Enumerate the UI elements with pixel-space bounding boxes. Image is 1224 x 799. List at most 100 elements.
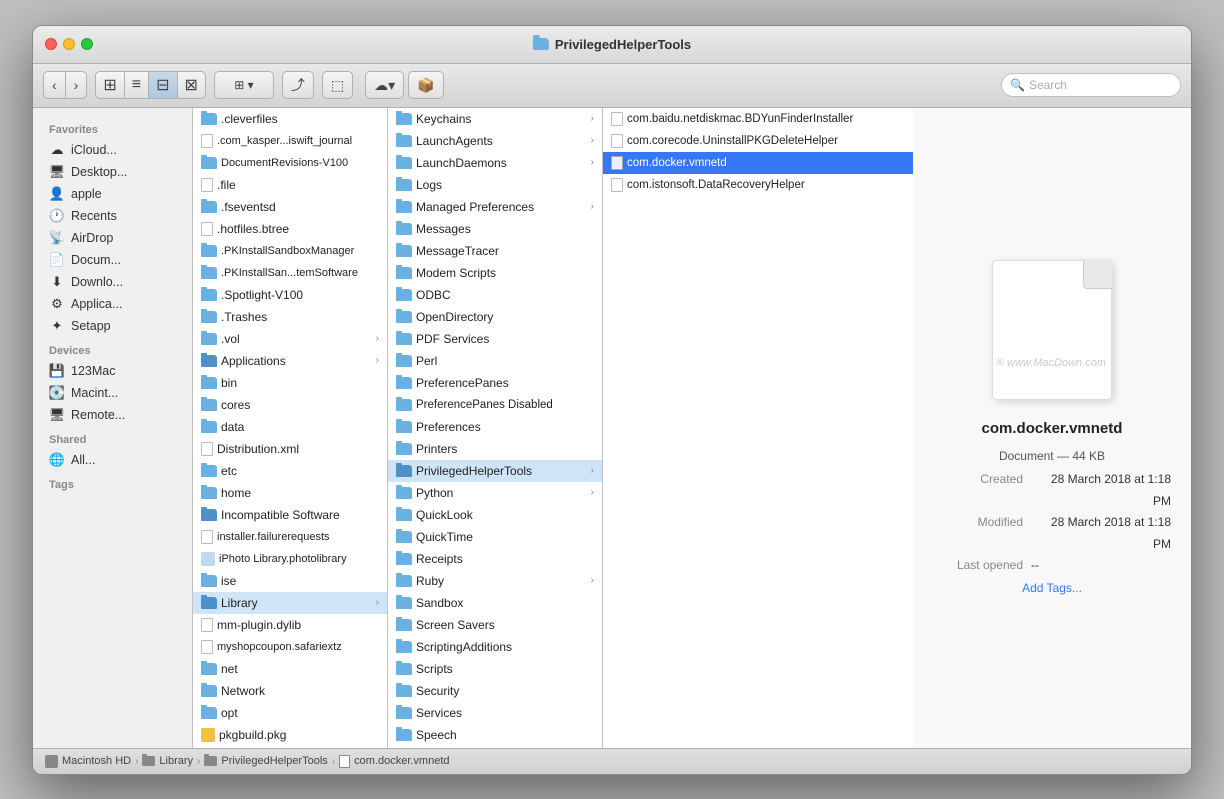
- sidebar-item-documents[interactable]: 📄 Docum...: [33, 249, 192, 271]
- col2-item-spotlight[interactable]: Spotlight: [388, 746, 602, 748]
- col1-item-data[interactable]: data: [193, 416, 387, 438]
- col2-item-preferencepanesdisabled[interactable]: PreferencePanes Disabled: [388, 394, 602, 416]
- sidebar-item-desktop[interactable]: 🖥 Desktop...: [33, 161, 192, 183]
- col2-item-opendirectory[interactable]: OpenDirectory: [388, 306, 602, 328]
- col2-item-scriptingadditions[interactable]: ScriptingAdditions: [388, 636, 602, 658]
- breadcrumb-file[interactable]: com.docker.vmnetd: [339, 755, 449, 768]
- col2-item-ruby[interactable]: Ruby ›: [388, 570, 602, 592]
- col1-item-pkinstall[interactable]: .PKInstallSan...temSoftware: [193, 262, 387, 284]
- col1-item-vol[interactable]: .vol ›: [193, 328, 387, 350]
- col1-item-home[interactable]: home: [193, 482, 387, 504]
- col1-item-net[interactable]: net: [193, 658, 387, 680]
- col1-item-opt[interactable]: opt: [193, 702, 387, 724]
- col1-item-applications[interactable]: Applications ›: [193, 350, 387, 372]
- col2-item-launchagents[interactable]: LaunchAgents ›: [388, 130, 602, 152]
- folder-icon: [396, 311, 412, 323]
- col2-item-perl[interactable]: Perl: [388, 350, 602, 372]
- breadcrumb-privilegedhelpertools[interactable]: PrivilegedHelperTools: [204, 755, 327, 767]
- col1-item-incompatible[interactable]: Incompatible Software: [193, 504, 387, 526]
- col1-item-hotfiles[interactable]: .hotfiles.btree: [193, 218, 387, 240]
- col2-item-messagetracer[interactable]: MessageTracer: [388, 240, 602, 262]
- col2-item-privilegedhelpertools[interactable]: PrivilegedHelperTools ›: [388, 460, 602, 482]
- col2-item-logs[interactable]: Logs: [388, 174, 602, 196]
- cloud-button[interactable]: ☁▾: [365, 71, 404, 99]
- breadcrumb-macintosh[interactable]: Macintosh HD: [45, 755, 131, 768]
- col1-item-bin[interactable]: bin: [193, 372, 387, 394]
- view-gallery-button[interactable]: ⊠: [177, 71, 206, 99]
- col2-item-odbc[interactable]: ODBC: [388, 284, 602, 306]
- col1-item-private[interactable]: private: [193, 746, 387, 748]
- sidebar-item-icloud[interactable]: ☁ iCloud...: [33, 139, 192, 161]
- sidebar-item-setapp[interactable]: ✦ Setapp: [33, 315, 192, 337]
- col2-item-launchdaemons[interactable]: LaunchDaemons ›: [388, 152, 602, 174]
- col1-item-iphoto[interactable]: iPhoto Library.photolibrary: [193, 548, 387, 570]
- col1-item-pkgbuild[interactable]: pkgbuild.pkg: [193, 724, 387, 746]
- close-button[interactable]: [45, 38, 57, 50]
- minimize-button[interactable]: [63, 38, 75, 50]
- col2-item-security[interactable]: Security: [388, 680, 602, 702]
- col2-item-quicktime[interactable]: QuickTime: [388, 526, 602, 548]
- col2-item-modemscripts[interactable]: Modem Scripts: [388, 262, 602, 284]
- sidebar-item-apple[interactable]: 👤 apple: [33, 183, 192, 205]
- sidebar-item-airdrop[interactable]: 📡 AirDrop: [33, 227, 192, 249]
- forward-button[interactable]: ›: [65, 71, 88, 99]
- col1-item-network[interactable]: Network: [193, 680, 387, 702]
- col3-item-corecode[interactable]: com.corecode.UninstallPKGDeleteHelper: [603, 130, 913, 152]
- sidebar-item-downloads[interactable]: ⬇ Downlo...: [33, 271, 192, 293]
- sidebar-item-recents[interactable]: 🕐 Recents: [33, 205, 192, 227]
- col1-item-mm-plugin[interactable]: mm-plugin.dylib: [193, 614, 387, 636]
- search-box[interactable]: 🔍 Search: [1001, 73, 1181, 97]
- col3-item-baidu[interactable]: com.baidu.netdiskmac.BDYunFinderInstalle…: [603, 108, 913, 130]
- col1-item-etc[interactable]: etc: [193, 460, 387, 482]
- sidebar-item-applications[interactable]: ⚙ Applica...: [33, 293, 192, 315]
- col1-item-fseventsd[interactable]: .fseventsd: [193, 196, 387, 218]
- add-tags-button[interactable]: Add Tags...: [1022, 581, 1082, 595]
- col2-item-managedprefs[interactable]: Managed Preferences ›: [388, 196, 602, 218]
- col1-item-library[interactable]: Library ›: [193, 592, 387, 614]
- col2-item-printers[interactable]: Printers: [388, 438, 602, 460]
- col1-item-pksandbox[interactable]: .PKInstallSandboxManager: [193, 240, 387, 262]
- col2-item-receipts[interactable]: Receipts: [388, 548, 602, 570]
- col1-item-trashes[interactable]: .Trashes: [193, 306, 387, 328]
- col2-item-python[interactable]: Python ›: [388, 482, 602, 504]
- view-columns-button[interactable]: ⊟: [148, 71, 176, 99]
- col1-item-ise[interactable]: ise: [193, 570, 387, 592]
- arrange-button[interactable]: ⊞ ▾: [214, 71, 274, 99]
- sidebar-item-123mac[interactable]: 💾 123Mac: [33, 360, 192, 382]
- file-icon: [201, 442, 213, 456]
- col2-item-preferencepanes[interactable]: PreferencePanes: [388, 372, 602, 394]
- maximize-button[interactable]: [81, 38, 93, 50]
- col1-item-cores[interactable]: cores: [193, 394, 387, 416]
- view-list-button[interactable]: ≡: [124, 71, 148, 99]
- folder-icon: [396, 399, 412, 411]
- action-button[interactable]: ⤴: [282, 71, 314, 99]
- col1-item-file[interactable]: .file: [193, 174, 387, 196]
- sidebar-item-all[interactable]: 🌐 All...: [33, 449, 192, 471]
- col1-item-kasper[interactable]: .com_kasper...iswift_journal: [193, 130, 387, 152]
- share-button[interactable]: ⬚: [322, 71, 353, 99]
- col1-item-distribution[interactable]: Distribution.xml: [193, 438, 387, 460]
- back-button[interactable]: ‹: [43, 71, 65, 99]
- col1-item-cleverfiles[interactable]: .cleverfiles: [193, 108, 387, 130]
- col2-item-keychains[interactable]: Keychains ›: [388, 108, 602, 130]
- view-icon-button[interactable]: ⊞: [95, 71, 123, 99]
- col1-item-spotlight[interactable]: .Spotlight-V100: [193, 284, 387, 306]
- col2-item-preferences[interactable]: Preferences: [388, 416, 602, 438]
- col2-item-scripts[interactable]: Scripts: [388, 658, 602, 680]
- col2-item-sandbox[interactable]: Sandbox: [388, 592, 602, 614]
- col2-item-screensavers[interactable]: Screen Savers: [388, 614, 602, 636]
- col2-item-services[interactable]: Services: [388, 702, 602, 724]
- col3-item-istonsoft[interactable]: com.istonsoft.DataRecoveryHelper: [603, 174, 913, 196]
- col1-item-docrevisions[interactable]: DocumentRevisions-V100: [193, 152, 387, 174]
- sidebar-item-macintosh[interactable]: 💽 Macint...: [33, 382, 192, 404]
- col2-item-pdfservices[interactable]: PDF Services: [388, 328, 602, 350]
- col1-item-installer[interactable]: installer.failurerequests: [193, 526, 387, 548]
- sidebar-item-remote[interactable]: 🖥 Remote...: [33, 404, 192, 426]
- col2-item-messages[interactable]: Messages: [388, 218, 602, 240]
- dropbox-button[interactable]: 📦: [408, 71, 443, 99]
- col3-item-docker[interactable]: com.docker.vmnetd: [603, 152, 913, 174]
- col1-item-myshopcoupon[interactable]: myshopcoupon.safariextz: [193, 636, 387, 658]
- col2-item-speech[interactable]: Speech: [388, 724, 602, 746]
- breadcrumb-library[interactable]: Library: [142, 755, 193, 767]
- col2-item-quicklook[interactable]: QuickLook: [388, 504, 602, 526]
